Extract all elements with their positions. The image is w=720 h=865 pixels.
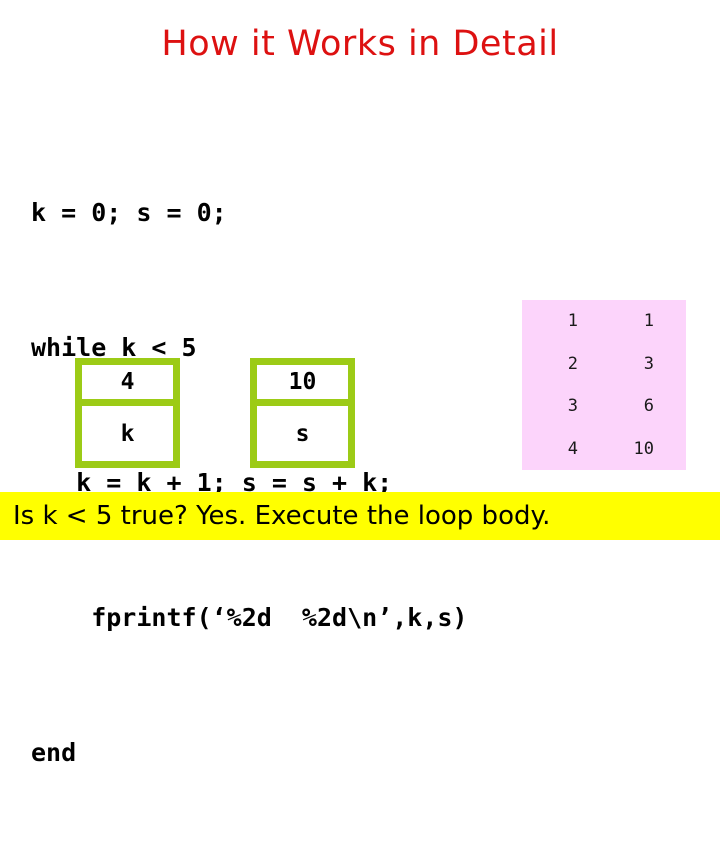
output-row: 2 3: [522, 343, 686, 386]
code-line: fprintf(‘%2d %2d\n’,k,s): [31, 603, 468, 632]
console-output-panel: 1 1 2 3 3 6 4 10: [522, 300, 686, 470]
status-banner-text: Is k < 5 true? Yes. Execute the loop bod…: [13, 501, 551, 531]
variable-name-s: s: [257, 406, 348, 461]
code-block: k = 0; s = 0; while k < 5 k = k + 1; s =…: [31, 100, 631, 865]
output-row: 1 1: [522, 300, 686, 343]
variable-name-k: k: [82, 406, 173, 461]
code-line: end: [31, 738, 77, 767]
output-row: 3 6: [522, 385, 686, 428]
variable-box-k: 4 k: [75, 358, 180, 468]
output-cell-k: 2: [567, 353, 578, 374]
output-cell-k: 4: [567, 438, 578, 459]
output-cell-s: 1: [643, 311, 654, 332]
output-cell-s: 6: [643, 396, 654, 417]
output-cell-s: 3: [643, 353, 654, 374]
code-line: k = 0; s = 0;: [31, 198, 227, 227]
output-cell-s: 10: [633, 438, 654, 459]
output-cell-k: 1: [567, 311, 578, 332]
variable-box-s: 10 s: [250, 358, 355, 468]
variable-value-k: 4: [82, 365, 173, 406]
variable-value-s: 10: [257, 365, 348, 406]
slide-canvas: How it Works in Detail k = 0; s = 0; whi…: [0, 0, 720, 767]
output-row: 4 10: [522, 428, 686, 471]
status-banner: Is k < 5 true? Yes. Execute the loop bod…: [0, 492, 720, 540]
output-cell-k: 3: [567, 396, 578, 417]
page-title: How it Works in Detail: [161, 24, 559, 64]
